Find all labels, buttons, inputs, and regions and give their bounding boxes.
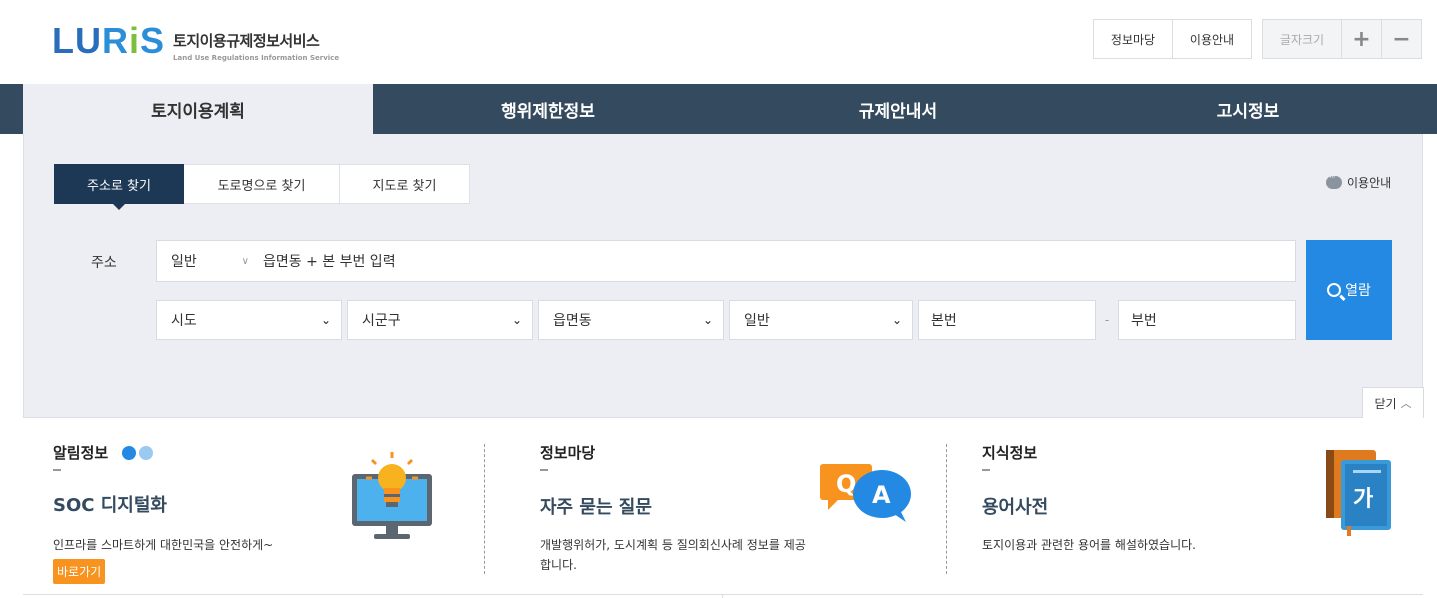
usage-guide-button[interactable]: 이용안내 xyxy=(1173,19,1252,59)
subtab-map-search[interactable]: 지도로 찾기 xyxy=(340,164,470,204)
column-divider xyxy=(946,444,947,574)
parcel-select-row: 시도 ⌄ 시군구 ⌄ 읍면동 ⌄ 일반 ⌄ 본번 - 부번 xyxy=(156,300,1296,340)
column-divider xyxy=(484,444,485,574)
svg-text:가: 가 xyxy=(1353,487,1373,512)
glossary-desc: 토지이용과 관련한 용어를 해설하였습니다. xyxy=(982,538,1196,552)
tab-action-restriction[interactable]: 행위제한정보 xyxy=(373,84,723,134)
info-plaza-title: 정보마당 xyxy=(540,444,596,462)
logo-mark: LURiS xyxy=(52,20,166,61)
bubeon-input[interactable]: 부번 xyxy=(1118,300,1296,340)
faq-desc: 개발행위허가, 도시계획 등 질의회신사례 정보를 제공합니다. xyxy=(540,538,806,572)
chevron-down-icon: ⌄ xyxy=(891,313,902,327)
address-input-row: 일반 ∨ 읍면동 + 본 부번 입력 xyxy=(156,240,1296,282)
top-links: 정보마당 이용안내 xyxy=(1093,19,1252,59)
knowledge-info-title: 지식정보 xyxy=(982,444,1038,462)
chevron-down-icon: ∨ xyxy=(241,255,249,267)
knowledge-info-column: 지식정보 용어사전 토지이용과 관련한 용어를 해설하였습니다. xyxy=(982,442,1282,555)
lightbulb-monitor-icon xyxy=(352,452,432,539)
eupmyeondong-select[interactable]: 읍면동 ⌄ xyxy=(538,300,724,340)
chevron-down-icon: ⌄ xyxy=(702,313,713,327)
close-panel-button[interactable]: 닫기 ︿ xyxy=(1362,387,1424,418)
parcel-separator: - xyxy=(1104,313,1110,327)
logo-title: 토지이용규제정보서비스 xyxy=(173,32,320,50)
svg-text:A: A xyxy=(872,481,891,509)
address-input[interactable]: 읍면동 + 본 부번 입력 xyxy=(257,251,396,271)
chat-bubble-icon xyxy=(1326,173,1342,189)
subtab-road-name-search[interactable]: 도로명으로 찾기 xyxy=(184,164,340,204)
info-section: 알림정보 SOC 디지털화 인프라를 스마트하게 대한민국을 안전하게~ 바로가… xyxy=(0,418,1437,597)
faq-head[interactable]: 자주 묻는 질문 xyxy=(540,493,840,519)
chevron-up-icon: ︿ xyxy=(1400,397,1412,410)
logo-subtitle: Land Use Regulations Information Service xyxy=(173,54,340,62)
subtab-address-search[interactable]: 주소로 찾기 xyxy=(54,164,184,210)
info-plaza-button[interactable]: 정보마당 xyxy=(1093,19,1173,59)
tab-regulation-guide[interactable]: 규제안내서 xyxy=(723,84,1073,134)
search-guide-label: 이용안내 xyxy=(1347,176,1392,190)
bonbeon-input[interactable]: 본번 xyxy=(918,300,1096,340)
carousel-dots xyxy=(122,445,156,460)
font-size-label: 글자크기 xyxy=(1262,19,1342,59)
view-button-label: 열람 xyxy=(1345,283,1371,299)
go-button[interactable]: 바로가기 xyxy=(53,559,106,584)
sido-select[interactable]: 시도 ⌄ xyxy=(156,300,342,340)
search-icon xyxy=(1327,283,1342,297)
dictionary-book-icon: 가 xyxy=(1326,450,1391,536)
search-panel: 주소로 찾기 도로명으로 찾기 지도로 찾기 이용안내 주소 일반 ∨ 읍면동 … xyxy=(23,134,1424,418)
land-type-select[interactable]: 일반 ⌄ xyxy=(729,300,913,340)
sigungu-select[interactable]: 시군구 ⌄ xyxy=(347,300,533,340)
glossary-head[interactable]: 용어사전 xyxy=(982,493,1282,519)
address-label: 주소 xyxy=(91,255,117,271)
luris-logo[interactable]: LURiS 토지이용규제정보서비스 Land Use Regulations I… xyxy=(52,20,339,62)
main-nav: 토지이용계획 행위제한정보 규제안내서 고시정보 xyxy=(0,84,1437,134)
chevron-down-icon: ⌄ xyxy=(511,313,522,327)
notice-info-title: 알림정보 xyxy=(53,444,109,462)
carousel-dot-active[interactable] xyxy=(122,445,137,460)
tab-land-use-plan[interactable]: 토지이용계획 xyxy=(23,84,373,134)
address-type-value: 일반 xyxy=(171,254,197,270)
info-plaza-column: 정보마당 자주 묻는 질문 개발행위허가, 도시계획 등 질의회신사례 정보를 … xyxy=(540,442,840,575)
qa-bubble-icon: Q A xyxy=(820,464,911,522)
search-guide-link[interactable]: 이용안내 xyxy=(1326,173,1392,191)
font-decrease-button[interactable]: − xyxy=(1382,19,1422,59)
font-size-controls: 글자크기 + − xyxy=(1262,19,1422,59)
header: LURiS 토지이용규제정보서비스 Land Use Regulations I… xyxy=(0,0,1437,84)
address-type-select[interactable]: 일반 ∨ xyxy=(157,251,257,271)
carousel-dot[interactable] xyxy=(139,445,154,460)
chevron-down-icon: ⌄ xyxy=(320,313,331,327)
font-increase-button[interactable]: + xyxy=(1342,19,1382,59)
view-button[interactable]: 열람 xyxy=(1306,240,1392,340)
search-subtabs: 주소로 찾기 도로명으로 찾기 지도로 찾기 xyxy=(54,164,470,210)
tab-notice-info[interactable]: 고시정보 xyxy=(1073,84,1423,134)
